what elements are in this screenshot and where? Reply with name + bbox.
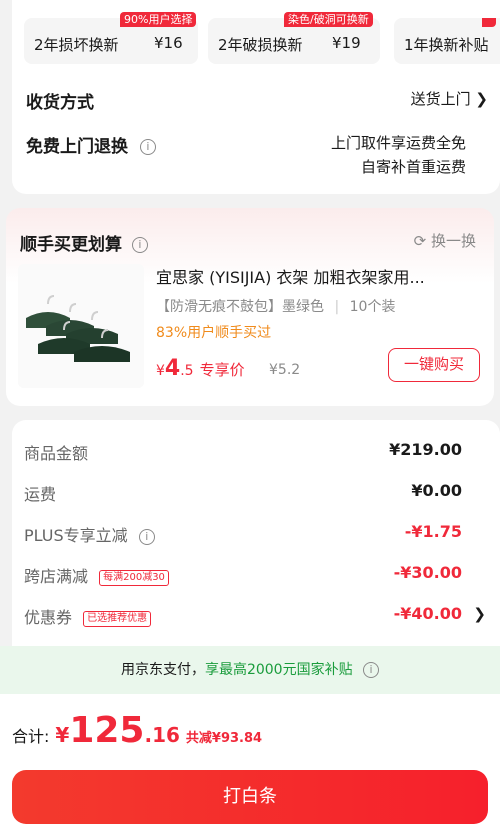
delivery-method-text: 送货上门	[410, 90, 471, 108]
total-integer: 125	[69, 710, 145, 751]
summary-value: -¥1.75	[404, 522, 462, 541]
summary-label-text: 优惠券	[24, 608, 73, 627]
summary-label: 商品金额	[24, 444, 89, 463]
product-price: ¥4.5 专享价	[156, 356, 245, 381]
pay-with-baitiao-button[interactable]: 打白条	[12, 770, 488, 824]
protection-option-label: 2年损坏换新	[34, 36, 119, 54]
summary-row-plus-discount: PLUS专享立减 i -¥1.75	[12, 518, 500, 548]
delivery-method-label: 收货方式	[26, 93, 94, 113]
original-price: ¥5.2	[269, 362, 301, 378]
summary-row-subtotal: 商品金额 ¥219.00	[12, 436, 500, 466]
summary-value: ¥219.00	[389, 440, 462, 459]
free-return-label: 免费上门退换 i	[26, 132, 156, 157]
price-decimal: .5	[180, 363, 194, 379]
total-saved: 共减¥93.84	[185, 731, 263, 746]
price-integer: 4	[164, 356, 181, 381]
pay-banner-prefix: 用京东支付，	[120, 662, 205, 678]
free-return-line2: 自寄补首重运费	[360, 158, 466, 176]
summary-label: 运费	[24, 485, 57, 504]
protection-option-tag: 染色/破洞可换新	[284, 12, 373, 27]
summary-row-cross-store: 跨店满减 每满200减30 -¥30.00	[12, 559, 500, 589]
total-decimal: .16	[144, 723, 180, 747]
info-icon[interactable]: i	[138, 528, 155, 545]
pay-banner-highlight: 享最高2000元国家补贴	[204, 662, 353, 678]
info-icon[interactable]: i	[131, 237, 148, 253]
order-total: 合计: ¥125.16 共减¥93.84	[12, 710, 262, 751]
protection-option-2[interactable]: 染色/破洞可换新 2年破损换新 ¥19	[208, 12, 380, 64]
summary-value: -¥40.00	[393, 604, 462, 623]
jd-pay-banner[interactable]: 用京东支付，享最高2000元国家补贴 i	[0, 646, 500, 694]
service-section: 90%用户选择 2年损坏换新 ¥16 染色/破洞可换新 2年破损换新 ¥19 1…	[12, 0, 500, 194]
summary-row-shipping: 运费 ¥0.00	[12, 477, 500, 507]
one-click-buy-button[interactable]: 一键购买	[388, 348, 480, 382]
product-spec-tag: 【防滑无痕不鼓包】墨绿色	[156, 299, 324, 315]
swap-button[interactable]: ⟳ 换一换	[414, 230, 476, 251]
total-label: 合计:	[12, 727, 50, 746]
protection-option-tag: 90%用户选择	[120, 12, 197, 27]
product-name[interactable]: 宜思家 (YISIJIA) 衣架 加粗衣架家用...	[156, 264, 476, 288]
product-spec-qty: 10个装	[349, 299, 396, 315]
summary-value: ¥0.00	[411, 481, 462, 500]
product-thumbnail[interactable]	[18, 264, 144, 388]
summary-value: -¥30.00	[393, 563, 462, 582]
bundle-title-text: 顺手买更划算	[20, 235, 122, 255]
summary-label-text: PLUS专享立减	[24, 526, 128, 545]
protection-option-price: ¥19	[332, 34, 361, 52]
summary-row-coupon[interactable]: 优惠券 已选推荐优惠 -¥40.00 ❯	[12, 600, 500, 630]
chevron-right-icon: ❯	[475, 90, 488, 108]
chevron-right-icon: ❯	[473, 605, 486, 623]
info-icon[interactable]: i	[139, 139, 156, 155]
summary-label-text: 跨店满减	[24, 567, 89, 586]
protection-option-label: 1年换新补贴	[404, 36, 489, 54]
bundle-section: 顺手买更划算 i ⟳ 换一换 宜思家 (YISIJIA) 衣架 加粗衣架家用..…	[6, 208, 494, 406]
summary-label: PLUS专享立减 i	[24, 522, 155, 546]
swap-label: 换一换	[430, 232, 476, 250]
order-summary: 商品金额 ¥219.00 运费 ¥0.00 PLUS专享立减 i -¥1.75 …	[12, 420, 500, 652]
summary-label: 优惠券 已选推荐优惠	[24, 604, 152, 628]
checkout-bar: 合计: ¥125.16 共减¥93.84 打白条	[0, 694, 500, 839]
price-label: 专享价	[199, 361, 245, 379]
free-return-line1: 上门取件享运费全免	[330, 134, 466, 152]
protection-option-label: 2年破损换新	[218, 36, 303, 54]
info-icon[interactable]: i	[363, 662, 380, 678]
delivery-method-value[interactable]: 送货上门 ❯	[411, 88, 488, 109]
product-social-proof: 83%用户顺手买过	[156, 325, 272, 341]
protection-option-tag	[482, 18, 496, 27]
refresh-icon: ⟳	[413, 232, 427, 250]
spec-divider: |	[334, 299, 340, 315]
promo-tag: 已选推荐优惠	[83, 610, 152, 627]
summary-label: 跨店满减 每满200减30	[24, 563, 169, 587]
promo-tag: 每满200减30	[99, 569, 169, 586]
hanger-image	[18, 264, 144, 388]
protection-option-price: ¥16	[154, 34, 183, 52]
protection-option-3[interactable]: 1年换新补贴	[394, 18, 500, 64]
protection-option-1[interactable]: 90%用户选择 2年损坏换新 ¥16	[24, 12, 198, 64]
free-return-title: 免费上门退换	[26, 137, 128, 157]
price-currency: ¥	[156, 363, 165, 379]
bundle-title: 顺手买更划算 i	[20, 230, 148, 255]
product-spec: 【防滑无痕不鼓包】墨绿色 | 10个装	[156, 296, 395, 316]
total-currency: ¥	[55, 723, 70, 747]
